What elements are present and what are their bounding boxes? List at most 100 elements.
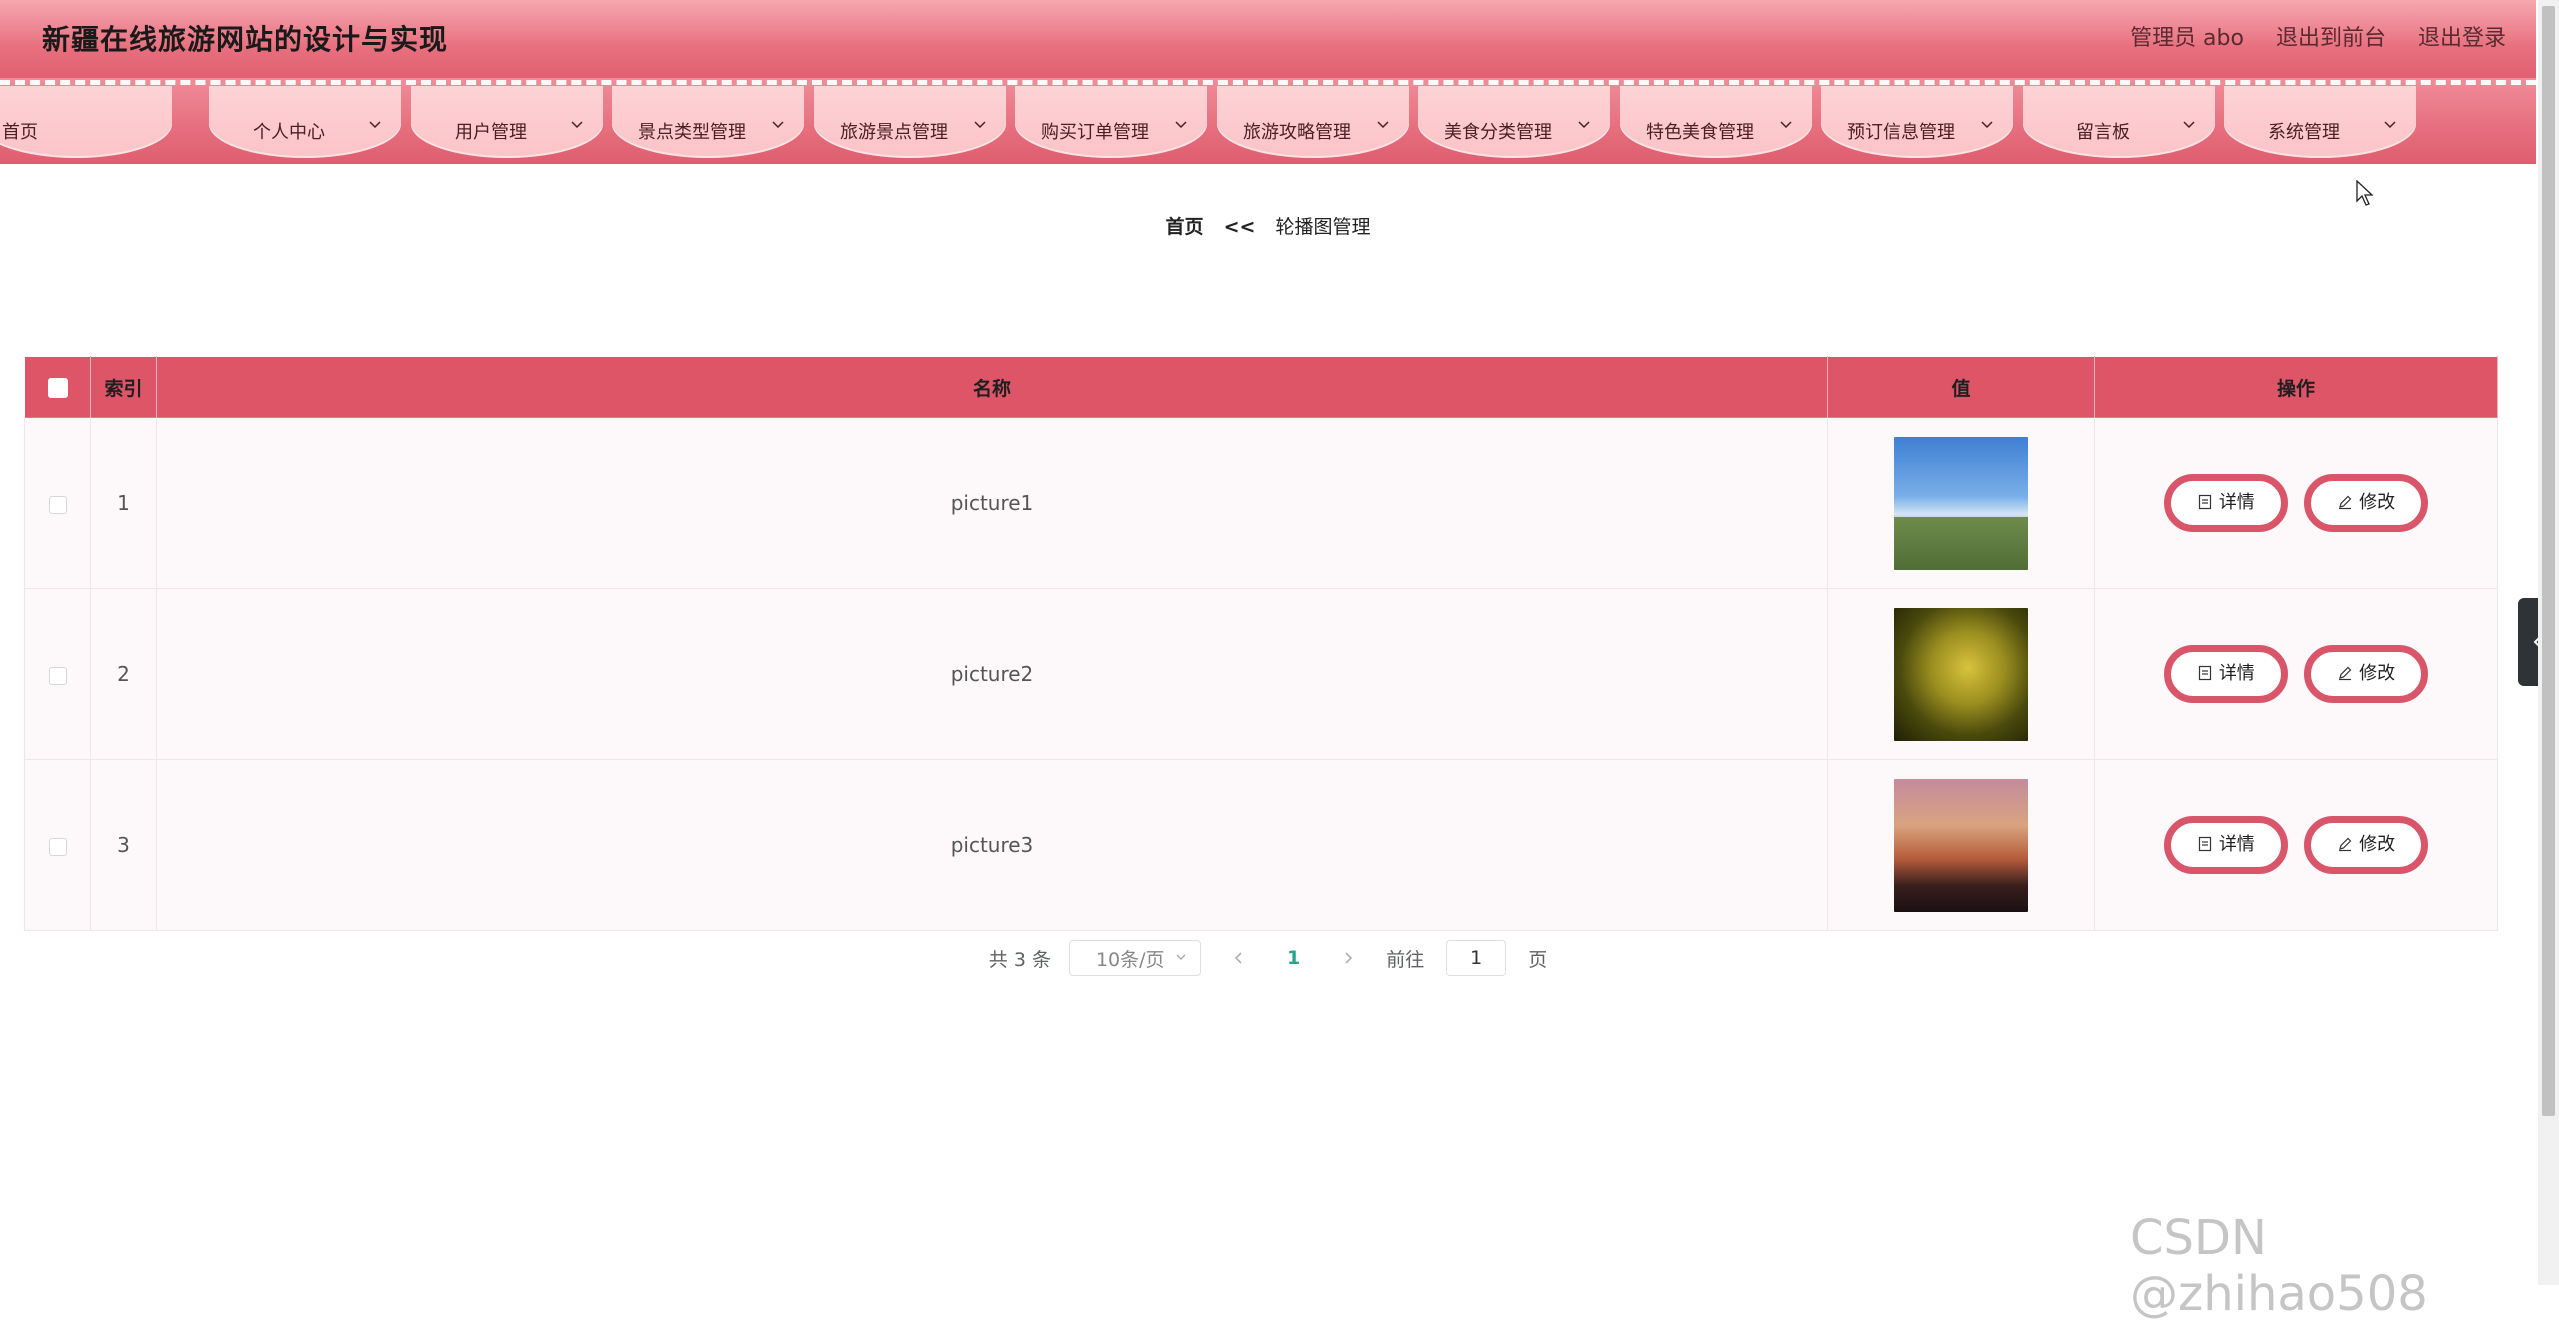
table-row: 3 picture3 详情 修改 [24,759,2498,931]
nav-item-user-management[interactable]: 用户管理 [411,86,603,158]
site-title: 新疆在线旅游网站的设计与实现 [42,23,449,56]
goto-page-input[interactable]: 1 [1446,940,1507,976]
chevron-down-icon [569,116,585,132]
detail-button[interactable]: 详情 [2163,474,2288,532]
nav-item-label: 首页 [2,122,38,143]
top-header: 新疆在线旅游网站的设计与实现 管理员 abo 退出到前台 退出登录 [0,0,2536,78]
page-number-current[interactable]: 1 [1277,947,1310,969]
column-header-index: 索引 [90,356,157,418]
logout-link[interactable]: 退出登录 [2418,20,2506,52]
page-scrollbar[interactable] [2538,0,2559,1285]
nav-item-label: 美食分类管理 [1444,122,1552,143]
nav-item-guide-management[interactable]: 旅游攻略管理 [1217,86,1409,158]
breadcrumb-home[interactable]: 首页 [1166,216,1204,238]
chevron-down-icon [367,116,383,132]
edit-icon [2337,825,2353,852]
select-all-cell [24,356,91,418]
row-name: picture3 [156,759,1828,931]
column-header-value: 值 [1827,356,2095,418]
row-actions: 详情 修改 [2094,417,2498,589]
goto-prefix: 前往 [1386,948,1425,971]
nav-item-personal-center[interactable]: 个人中心 [209,86,401,158]
row-select-cell [24,759,91,931]
chevron-down-icon [1173,116,1189,132]
row-actions: 详情 修改 [2094,759,2498,931]
chevron-down-icon [1576,116,1592,132]
next-page-button[interactable] [1328,946,1368,970]
edit-button[interactable]: 修改 [2304,816,2429,874]
scrollbar-thumb[interactable] [2542,6,2555,1116]
chevron-down-icon [1979,116,1995,132]
chevron-down-icon [1375,116,1391,132]
column-header-actions: 操作 [2094,356,2498,418]
nav-item-message-board[interactable]: 留言板 [2023,86,2215,158]
pagination: 共 3 条 10条/页 1 前往 1 页 [0,940,2536,976]
row-image-cell [1827,588,2095,760]
nav-item-label: 预订信息管理 [1847,122,1955,143]
nav-item-label: 旅游攻略管理 [1243,122,1351,143]
page-size-select[interactable]: 10条/页 [1068,940,1201,976]
edit-button[interactable]: 修改 [2304,645,2429,703]
row-index: 3 [90,759,157,931]
detail-button[interactable]: 详情 [2163,645,2288,703]
chevron-down-icon [2382,116,2398,132]
row-image-cell [1827,417,2095,589]
breadcrumb-current: 轮播图管理 [1275,216,1371,238]
watermark: CSDN @zhihao508 [2130,1210,2428,1322]
nav-item-order-management[interactable]: 购买订单管理 [1015,86,1207,158]
row-thumbnail-image [1894,607,2028,741]
carousel-table: 索引 名称 值 操作 1 picture1 详情 修改 2 picture2 详… [24,356,2498,931]
nav-item-special-food-management[interactable]: 特色美食管理 [1620,86,1812,158]
goto-suffix: 页 [1528,948,1548,971]
document-icon [2197,825,2213,852]
nav-item-spot-type-management[interactable]: 景点类型管理 [612,86,804,158]
nav-item-home[interactable]: 首页 [0,86,172,158]
row-index: 1 [90,417,157,589]
edit-button[interactable]: 修改 [2304,474,2429,532]
nav-item-label: 个人中心 [253,122,325,143]
detail-button-label: 详情 [2218,834,2255,855]
nav-item-label: 用户管理 [455,122,527,143]
nav-item-label: 系统管理 [2268,122,2340,143]
back-to-front-link[interactable]: 退出到前台 [2276,20,2386,52]
edit-button-label: 修改 [2359,834,2396,855]
detail-button[interactable]: 详情 [2163,816,2288,874]
row-index: 2 [90,588,157,760]
breadcrumb: 首页 << 轮播图管理 [0,212,2536,239]
nav-item-label: 旅游景点管理 [840,122,948,143]
nav-item-label: 留言板 [2076,122,2130,143]
row-checkbox[interactable] [48,495,67,514]
nav-item-booking-management[interactable]: 预订信息管理 [1821,86,2013,158]
row-image-cell [1827,759,2095,931]
chevron-down-icon [2181,116,2197,132]
mouse-cursor-icon [2356,179,2376,208]
nav-item-food-category-management[interactable]: 美食分类管理 [1418,86,1610,158]
nav-item-label: 特色美食管理 [1646,122,1754,143]
nav-item-system-management[interactable]: 系统管理 [2224,86,2416,158]
page-size-value: 10条/页 [1095,948,1165,971]
chevron-down-icon [1174,947,1188,969]
edit-button-label: 修改 [2359,492,2396,513]
row-checkbox[interactable] [48,837,67,856]
main-nav: 首页 个人中心 用户管理 景点类型管理 旅游景点管理 购买订单管理 旅游攻略管理… [0,78,2536,164]
header-actions: 管理员 abo 退出到前台 退出登录 [2130,20,2506,52]
column-header-name: 名称 [156,356,1828,418]
table-row: 2 picture2 详情 修改 [24,588,2498,760]
chevron-down-icon [1778,116,1794,132]
row-thumbnail-image [1894,436,2028,570]
edit-button-label: 修改 [2359,663,2396,684]
row-thumbnail-image [1894,778,2028,912]
detail-button-label: 详情 [2218,492,2255,513]
row-select-cell [24,417,91,589]
nav-item-scenic-spot-management[interactable]: 旅游景点管理 [814,86,1006,158]
breadcrumb-separator: << [1223,216,1256,238]
chevron-down-icon [770,116,786,132]
select-all-checkbox[interactable] [47,377,68,398]
prev-page-button[interactable] [1219,946,1259,970]
row-actions: 详情 修改 [2094,588,2498,760]
row-checkbox[interactable] [48,666,67,685]
table-header-row: 索引 名称 值 操作 [24,356,2498,418]
nav-item-label: 购买订单管理 [1041,122,1149,143]
detail-button-label: 详情 [2218,663,2255,684]
table-row: 1 picture1 详情 修改 [24,417,2498,589]
